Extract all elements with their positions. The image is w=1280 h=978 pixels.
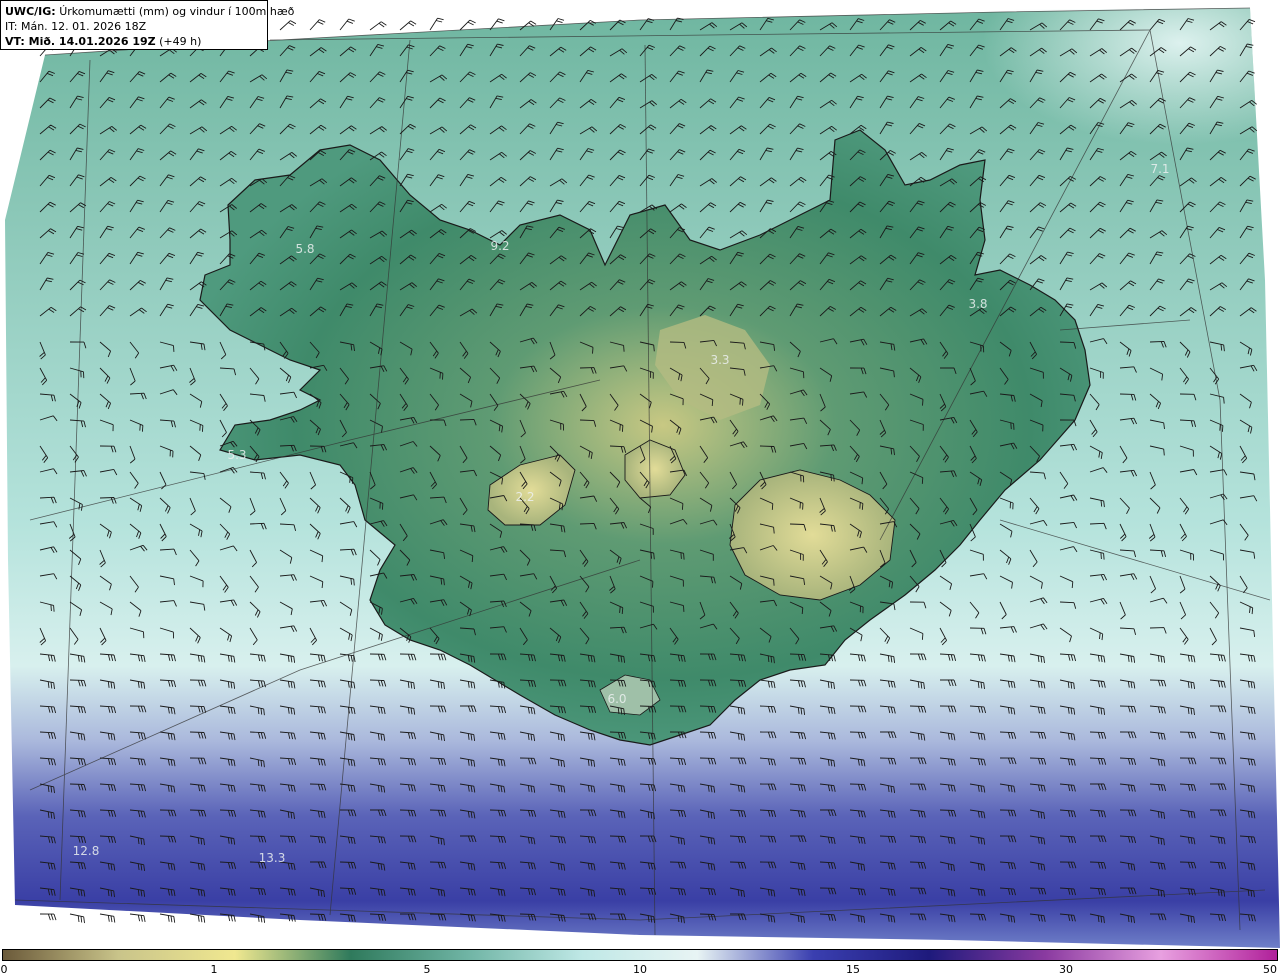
value-label: 13.3 [258,851,286,865]
colorbar-tick: 5 [423,963,431,976]
value-label: 6.0 [607,692,627,706]
map-title-box: UWC/IG: Úrkomumætti (mm) og vindur í 100… [0,0,294,50]
value-label: 12.8 [72,844,100,858]
issue-time: IT: Mán. 12. 01. 2026 18Z [5,20,147,33]
lead-time: (+49 h) [159,35,202,48]
colorbar-tick: 0 [0,963,8,976]
value-label: 5.3 [227,448,247,462]
colorbar-legend: 0 1 5 10 15 30 50 [0,948,1280,978]
value-label: 7.1 [1150,162,1170,176]
value-label: 5.8 [295,242,315,256]
value-label: 2.2 [515,490,535,504]
colorbar-strip [2,949,1278,961]
value-label: 3.8 [968,297,988,311]
valid-time: VT: Mið. 14.01.2026 19Z [5,35,156,48]
colorbar-tick: 15 [846,963,860,976]
precipitation-wind-map: UWC/IG: Úrkomumætti (mm) og vindur í 100… [0,0,1280,978]
map-title: Úrkomumætti (mm) og vindur í 100m hæð [59,5,295,18]
title-line: UWC/IG: Úrkomumætti (mm) og vindur í 100… [5,4,294,19]
value-label: 3.3 [710,353,730,367]
valid-time-line: VT: Mið. 14.01.2026 19Z (+49 h) [5,34,263,49]
colorbar-tick: 30 [1059,963,1073,976]
map-canvas [0,0,1280,948]
colorbar-tick: 10 [633,963,647,976]
colorbar-tick: 1 [210,963,218,976]
value-label: 9.2 [490,239,510,253]
model-name: UWC/IG: [5,5,56,18]
colorbar-tick: 50 [1263,963,1277,976]
